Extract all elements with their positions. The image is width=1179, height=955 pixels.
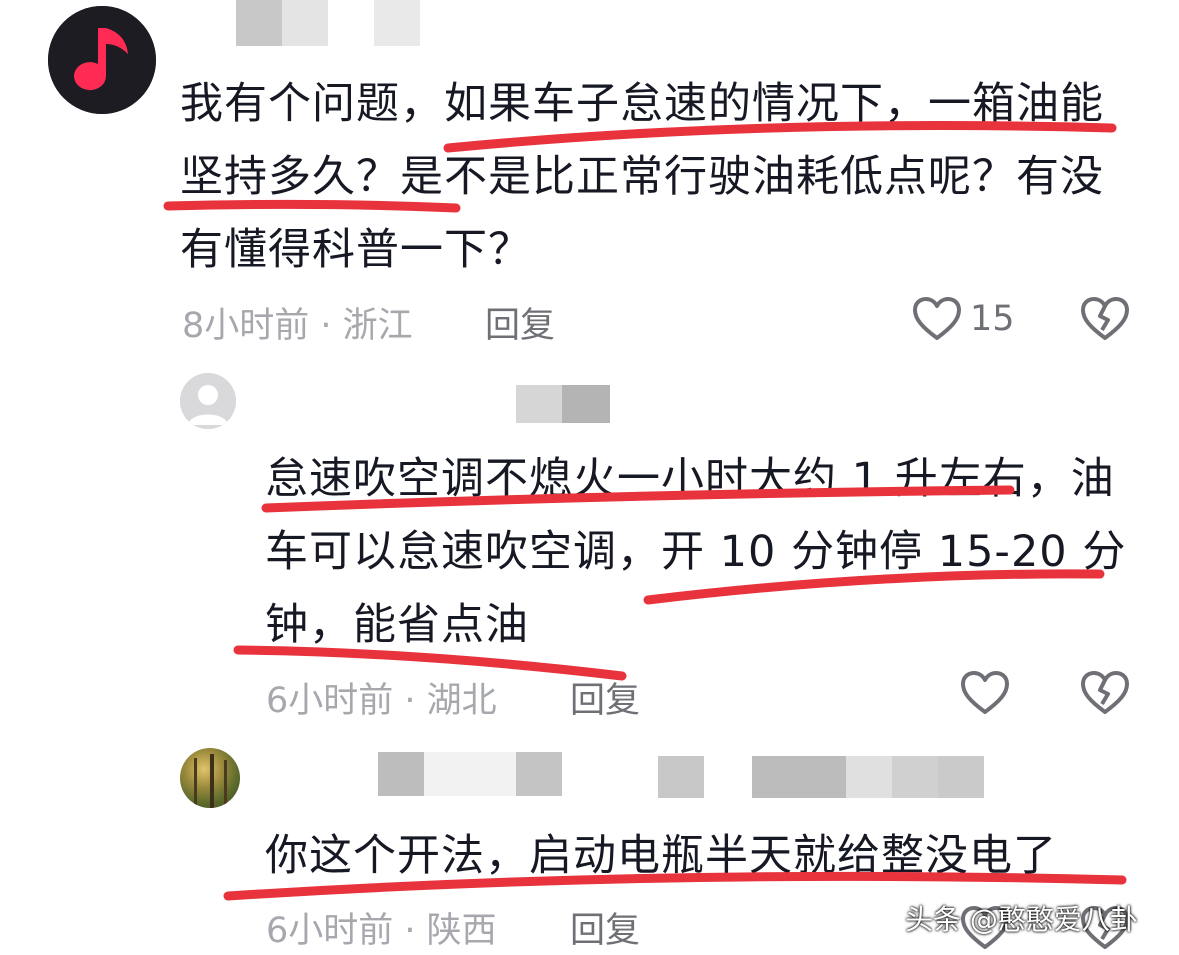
comment-line: 有懂得科普一下？ (180, 225, 532, 275)
comment-meta: 6小时前 · 湖北 (266, 681, 497, 721)
default-avatar-icon (180, 373, 236, 429)
comment-meta: 8小时前 · 浙江 (182, 306, 413, 346)
like-button[interactable] (912, 296, 962, 346)
comment-line: 怠速吹空调不熄火一小时大约 1 升左右，油 (265, 454, 1115, 504)
reply-button[interactable]: 回复 (570, 672, 640, 723)
username-blurred (378, 752, 562, 796)
forest-photo-avatar (194, 754, 227, 808)
dislike-button[interactable] (1080, 670, 1130, 720)
reply-text: 你这个开法，启动电瓶半天就给整没电了 (265, 820, 1145, 893)
reply-button[interactable]: 回复 (485, 297, 555, 348)
broken-heart-icon (1081, 671, 1129, 714)
comment-line: 你这个开法，启动电瓶半天就给整没电了 (265, 831, 1057, 881)
reply-avatar[interactable] (180, 748, 240, 808)
comment-text: 我有个问题，如果车子怠速的情况下，一箱油能 坚持多久？是不是比正常行驶油耗低点呢… (180, 68, 1140, 287)
comment-line: 坚持多久？是不是比正常行驶油耗低点呢？有没 (180, 152, 1104, 202)
like-button[interactable] (960, 670, 1010, 720)
heart-icon (913, 297, 961, 340)
username-blurred (658, 756, 984, 798)
username-blurred (516, 385, 610, 423)
source-watermark: 头条 @憨憨爱八卦 (905, 903, 1138, 936)
heart-icon (961, 671, 1009, 714)
like-count: 15 (970, 299, 1015, 339)
reply-avatar[interactable] (180, 373, 236, 429)
dislike-button[interactable] (1080, 296, 1130, 346)
comment-line: 钟，能省点油 (265, 600, 529, 650)
comment-line: 车可以怠速吹空调，开 10 分钟停 15-20 分 (265, 527, 1127, 577)
comment-meta: 6小时前 · 陕西 (266, 911, 497, 951)
comment-line: 我有个问题，如果车子怠速的情况下，一箱油能 (180, 79, 1104, 129)
reply-button[interactable]: 回复 (570, 902, 640, 953)
username-blurred (236, 0, 420, 46)
music-note-icon (48, 6, 156, 114)
reply-text: 怠速吹空调不熄火一小时大约 1 升左右，油 车可以怠速吹空调，开 10 分钟停 … (265, 443, 1145, 662)
commenter-avatar[interactable] (48, 6, 156, 114)
broken-heart-icon (1081, 297, 1129, 340)
